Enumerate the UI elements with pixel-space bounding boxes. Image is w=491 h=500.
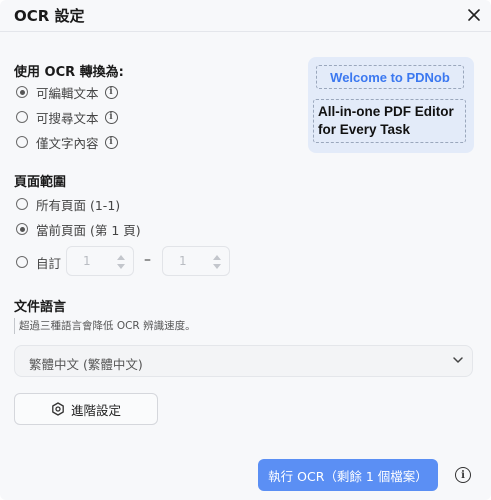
radio-all-pages[interactable]: 所有頁面 (1-1) [16, 194, 120, 214]
radio-current-page[interactable]: 當前頁面 (第 1 頁) [16, 219, 141, 239]
radio-button[interactable] [16, 136, 28, 148]
language-select[interactable]: 繁體中文 (繁體中文) [14, 345, 473, 377]
custom-to-stepper[interactable]: 1 [162, 246, 230, 276]
advanced-settings-label: 進階設定 [70, 402, 121, 418]
radio-button[interactable] [16, 86, 28, 98]
option-label: 自訂 [36, 255, 62, 271]
option-label: 可搜尋文本 [36, 110, 99, 126]
option-label: 可編輯文本 [36, 85, 99, 101]
run-ocr-label: 執行 OCR（剩餘 1 個檔案） [268, 468, 428, 484]
selected-language: 繁體中文 (繁體中文) [29, 357, 143, 372]
radio-button[interactable] [16, 223, 28, 235]
language-section-title: 文件語言 [14, 300, 67, 315]
dialog-title: OCR 設定 [14, 7, 85, 25]
custom-from-stepper[interactable]: 1 [66, 246, 134, 276]
stepper-value: 1 [179, 254, 187, 268]
dialog-header: OCR 設定 [0, 0, 491, 32]
radio-button[interactable] [16, 198, 28, 210]
stepper-up-icon[interactable] [117, 255, 125, 260]
radio-searchable-text[interactable]: 可搜尋文本 i [16, 107, 118, 127]
stepper-value: 1 [83, 254, 91, 268]
preview-welcome-text: Welcome to PDNob [316, 65, 464, 89]
language-note: 超過三種語言會降低 OCR 辨識速度。 [14, 318, 196, 334]
option-label: 當前頁面 (第 1 頁) [36, 222, 141, 238]
radio-custom-range[interactable]: 自訂 [16, 252, 61, 272]
radio-text-only[interactable]: 僅文字內容 i [16, 132, 118, 152]
preview-tagline-line2: for Every Task [318, 122, 411, 137]
info-icon[interactable]: i [455, 467, 471, 483]
info-icon[interactable]: i [104, 85, 118, 99]
page-range-section-title: 頁面範圍 [14, 175, 67, 190]
preview-tagline-line1: All-in-one PDF Editor [318, 104, 454, 119]
option-label: 僅文字內容 [36, 135, 99, 151]
ocr-settings-dialog: OCR 設定 使用 OCR 轉換為: 可編輯文本 i 可搜尋文本 i 僅文字內容… [0, 0, 491, 500]
range-separator: – [144, 252, 151, 268]
stepper-up-icon[interactable] [213, 255, 221, 260]
settings-gear-icon [52, 402, 64, 416]
info-icon[interactable]: i [104, 110, 118, 124]
radio-button[interactable] [16, 256, 28, 268]
close-button[interactable] [464, 5, 484, 25]
chevron-down-icon [453, 357, 463, 363]
advanced-settings-button[interactable]: 進階設定 [14, 393, 158, 425]
ocr-preview-card: Welcome to PDNob All-in-one PDF Editor f… [308, 57, 474, 153]
option-label: 所有頁面 (1-1) [36, 197, 121, 213]
radio-button[interactable] [16, 111, 28, 123]
stepper-down-icon[interactable] [213, 264, 221, 269]
stepper-down-icon[interactable] [117, 264, 125, 269]
convert-section-title: 使用 OCR 轉換為: [14, 65, 124, 80]
close-icon[interactable] [464, 5, 484, 25]
info-icon[interactable]: i [104, 135, 118, 149]
run-ocr-button[interactable]: 執行 OCR（剩餘 1 個檔案） [258, 459, 438, 491]
radio-editable-text[interactable]: 可編輯文本 i [16, 82, 118, 102]
preview-tagline: All-in-one PDF Editor for Every Task [313, 99, 466, 143]
